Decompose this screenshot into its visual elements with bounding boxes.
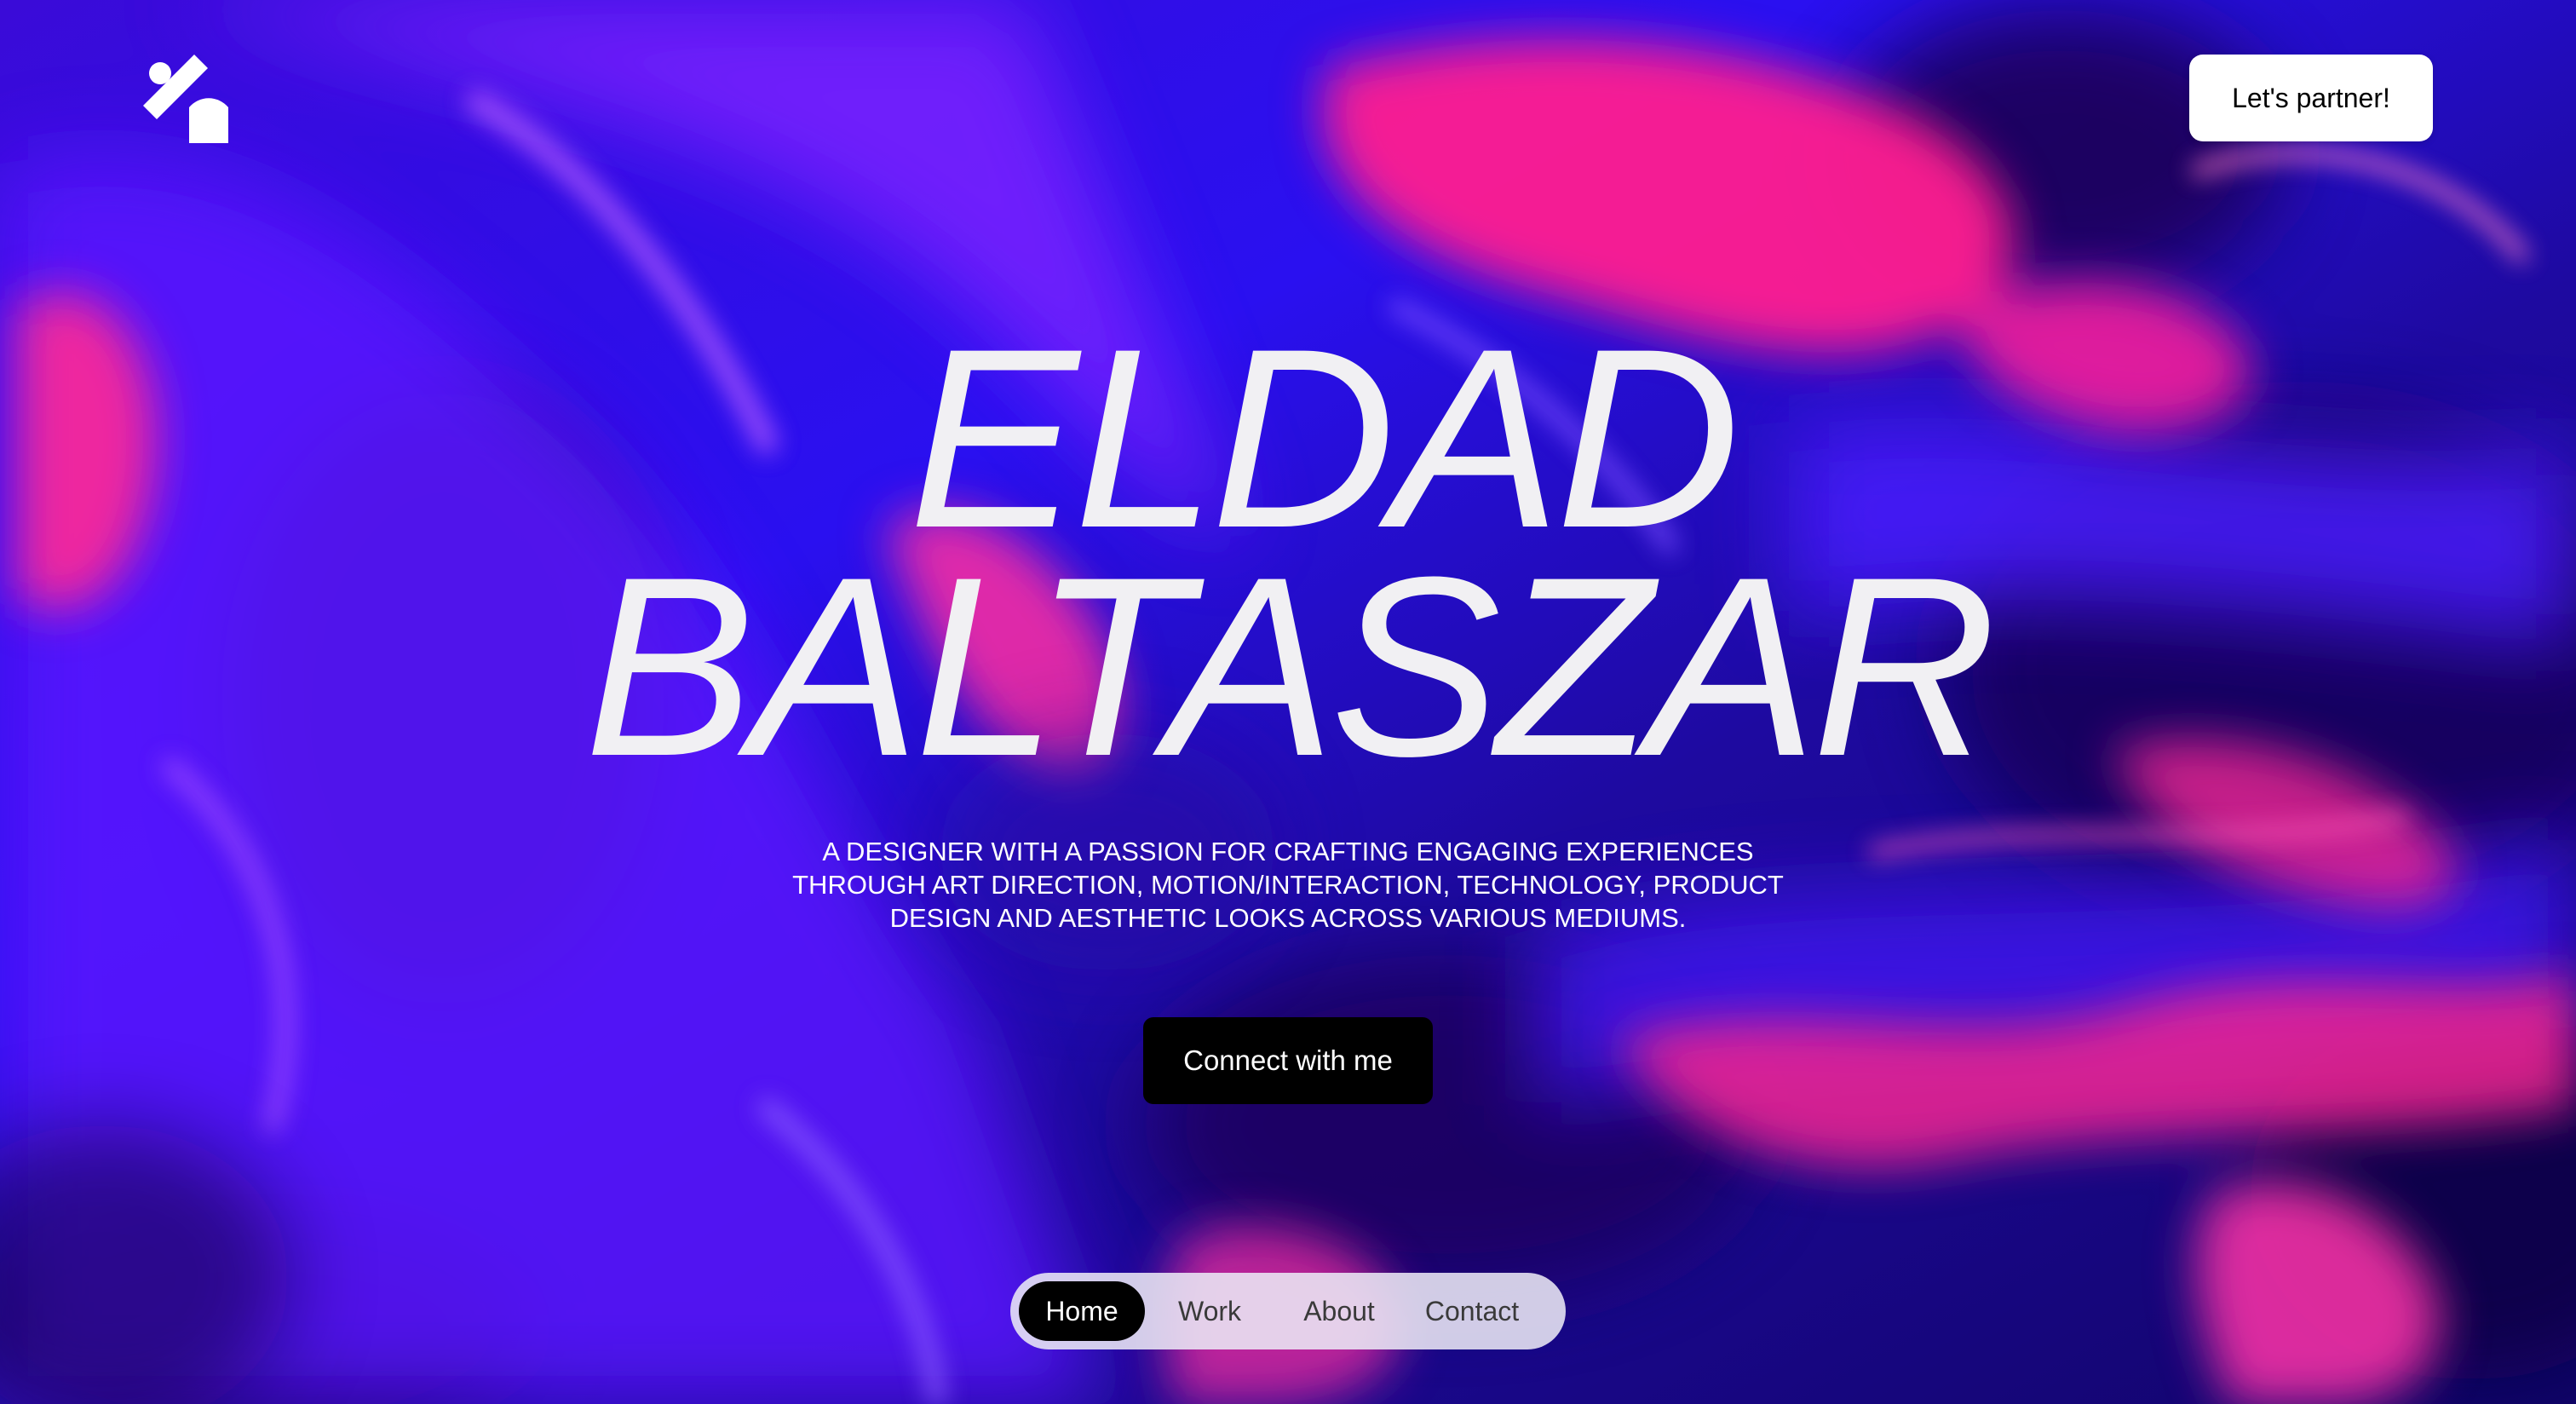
- tagline-line: design and aesthetic looks across variou…: [889, 903, 1687, 933]
- bottom-navigation: Home Work About Contact: [1010, 1273, 1566, 1349]
- connect-with-me-button[interactable]: Connect with me: [1143, 1017, 1433, 1104]
- tagline-line: A designer with a passion for crafting e…: [822, 837, 1754, 866]
- nav-item-work[interactable]: Work: [1145, 1281, 1274, 1341]
- hero-last-name: BALTASZAR: [584, 523, 1997, 809]
- tagline-line: through art direction, motion/interactio…: [792, 870, 1784, 900]
- brand-mark-icon[interactable]: [143, 55, 228, 143]
- lets-partner-button[interactable]: Let's partner!: [2189, 55, 2433, 141]
- nav-item-about[interactable]: About: [1274, 1281, 1404, 1341]
- hero-name-heading: ELDAD BALTASZAR: [0, 295, 2576, 809]
- hero-tagline: A designer with a passion for crafting e…: [777, 835, 1799, 935]
- nav-item-contact[interactable]: Contact: [1404, 1281, 1540, 1341]
- nav-item-home[interactable]: Home: [1019, 1281, 1145, 1341]
- hero-first-name: ELDAD: [908, 295, 1740, 581]
